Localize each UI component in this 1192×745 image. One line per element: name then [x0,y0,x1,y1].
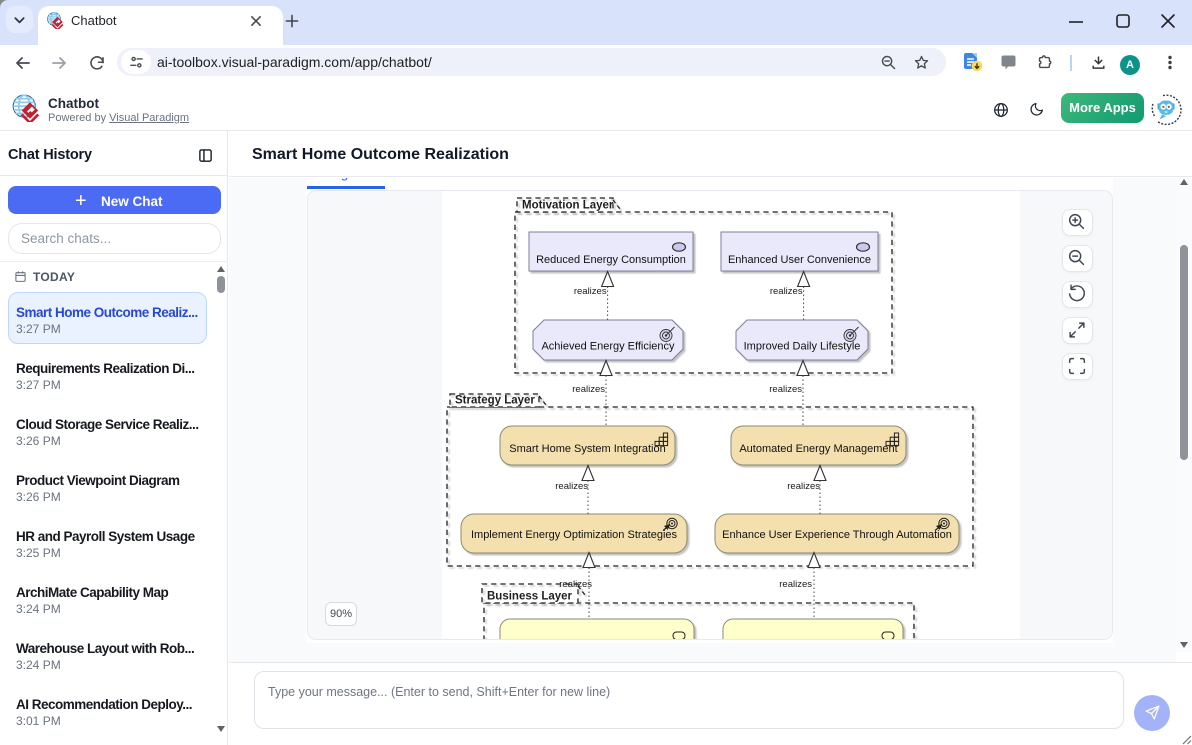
svg-text:realizes: realizes [555,481,588,492]
svg-text:Motivation Layer: Motivation Layer [522,200,614,212]
svg-text:realizes: realizes [574,286,607,297]
svg-text:Business Layer: Business Layer [487,591,573,603]
svg-text:realizes: realizes [559,579,592,590]
svg-text:Automated Energy Management: Automated Energy Management [739,443,897,455]
svg-text:Reduced Energy Consumption: Reduced Energy Consumption [536,254,686,266]
svg-text:Improved Daily Lifestyle: Improved Daily Lifestyle [744,341,861,353]
svg-text:Smart Home System Integration: Smart Home System Integration [509,443,666,455]
svg-text:realizes: realizes [769,384,802,395]
svg-text:realizes: realizes [770,286,803,297]
svg-text:realizes: realizes [787,481,820,492]
svg-text:Enhanced User Convenience: Enhanced User Convenience [728,254,871,266]
svg-text:realizes: realizes [572,384,605,395]
svg-text:Achieved Energy Efficiency: Achieved Energy Efficiency [541,341,675,353]
svg-text:Implement Energy Optimization: Implement Energy Optimization Strategies [471,529,678,541]
svg-text:Enhance User Experience Throug: Enhance User Experience Through Automati… [722,529,952,541]
svg-text:realizes: realizes [779,579,812,590]
svg-text:Strategy Layer: Strategy Layer [455,395,535,407]
